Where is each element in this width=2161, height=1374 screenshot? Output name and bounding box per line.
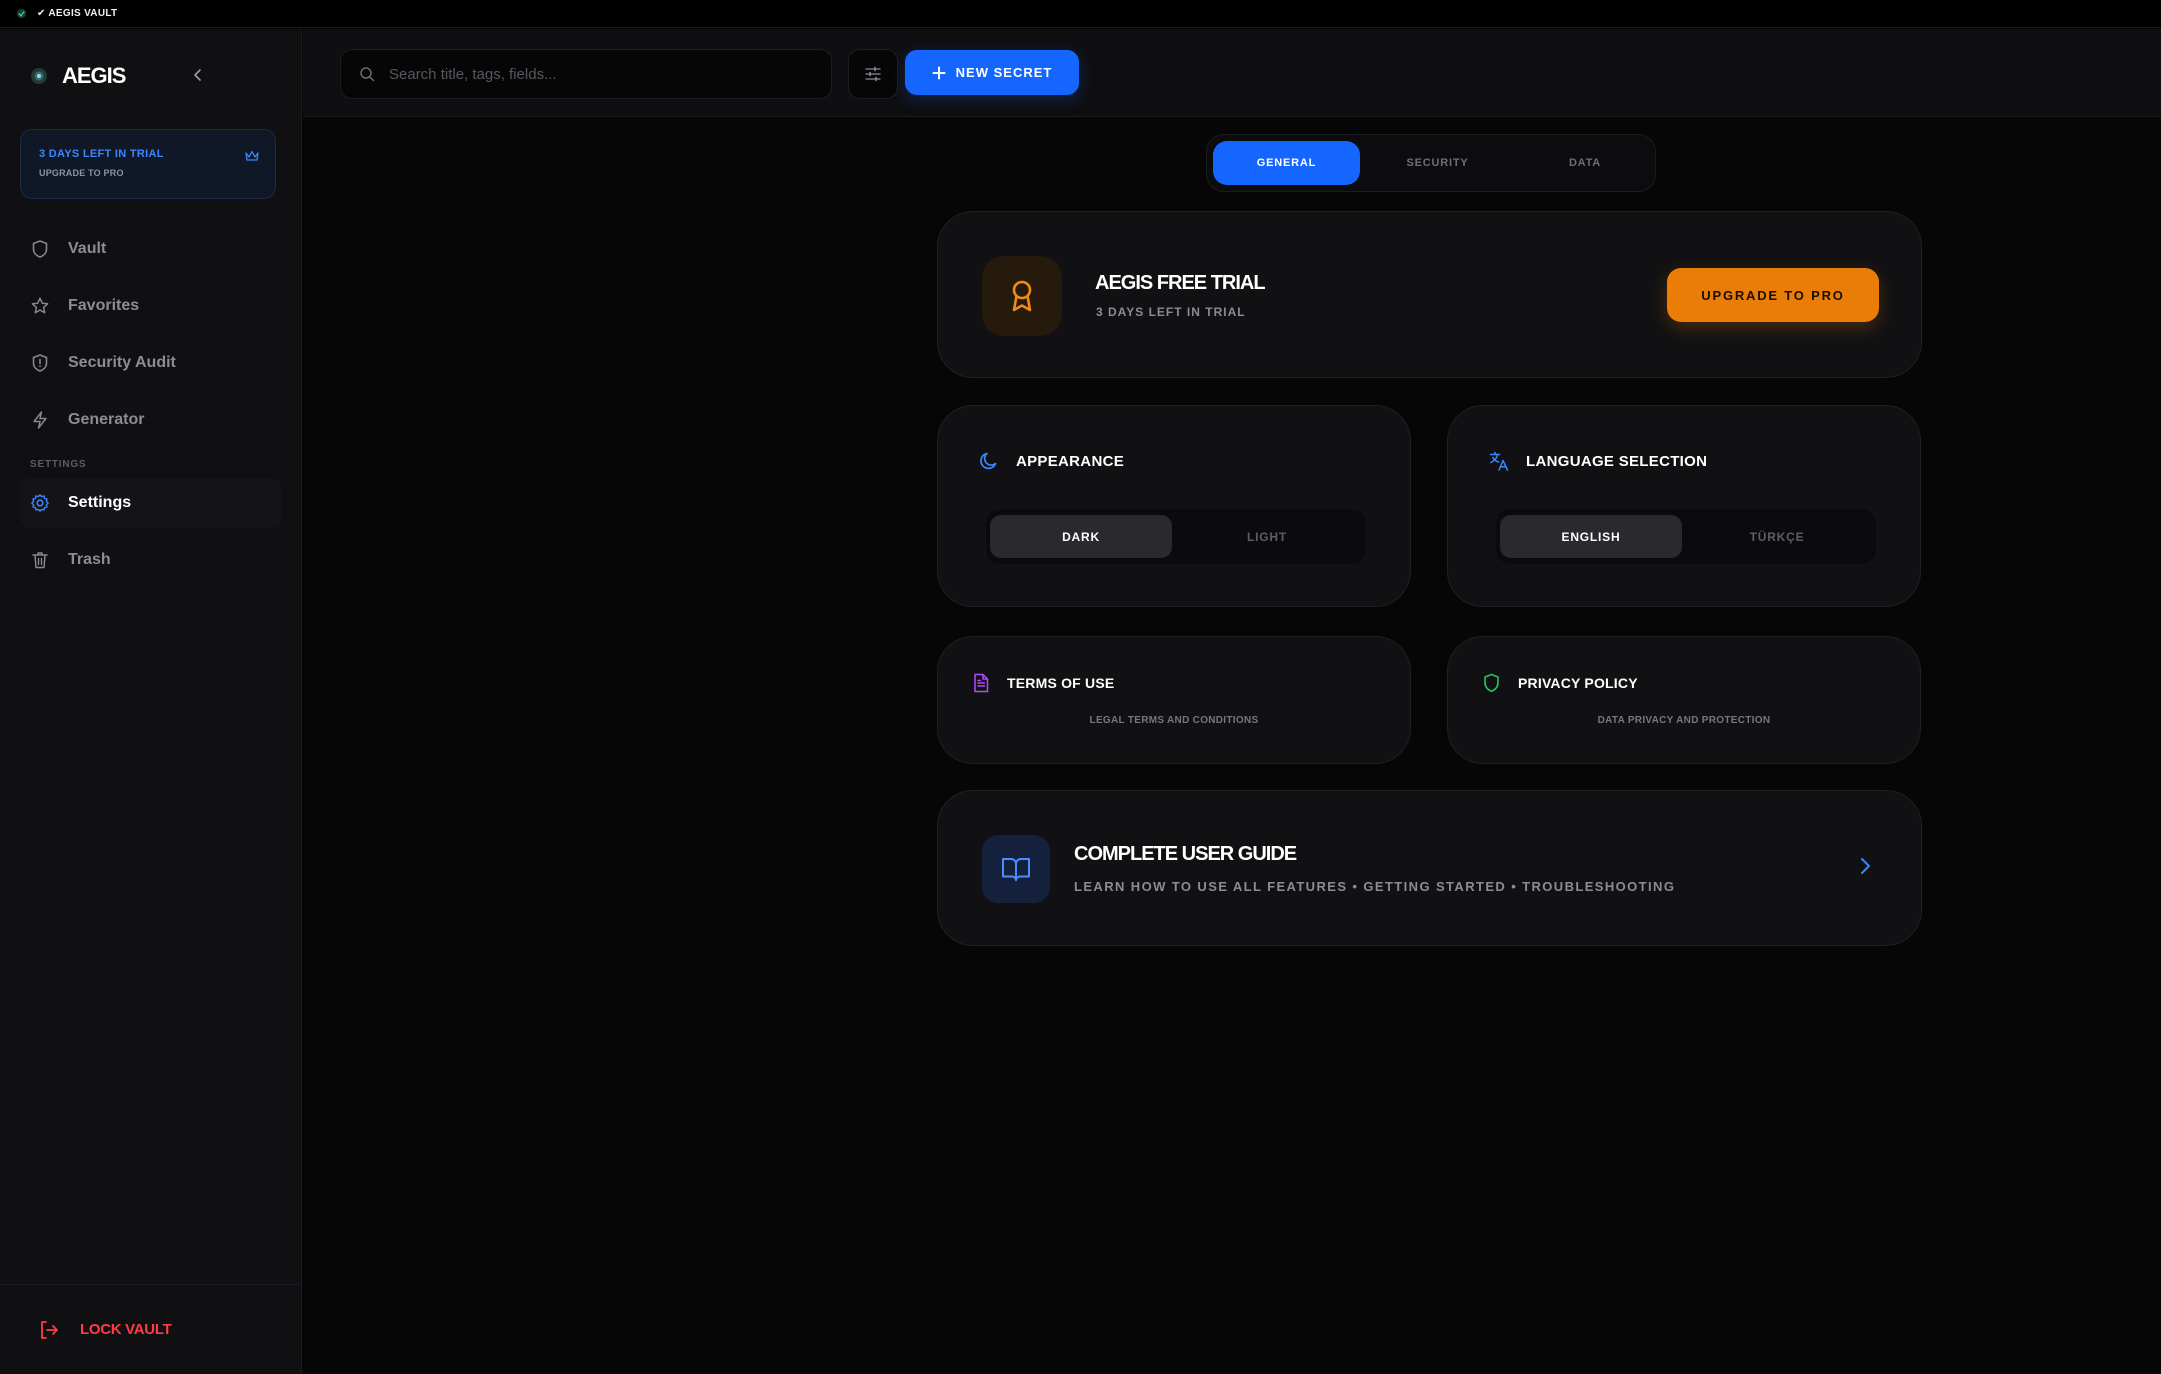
logout-icon	[41, 1320, 58, 1339]
sidebar-item-vault[interactable]: Vault	[20, 224, 282, 274]
sidebar-item-label: Security Audit	[68, 354, 176, 371]
tab-security[interactable]: SECURITY	[1364, 141, 1511, 185]
sidebar: AEGIS 3 DAYS LEFT IN TRIAL UPGRADE TO PR…	[0, 29, 302, 1374]
language-title: LANGUAGE SELECTION	[1526, 452, 1708, 470]
top-bar: NEW SECRET	[303, 29, 2161, 117]
language-card: LANGUAGE SELECTION ENGLISH TÜRKÇE	[1447, 405, 1921, 607]
sidebar-nav: Vault Favorites Security Audit Generator…	[20, 224, 282, 592]
upgrade-to-pro-button[interactable]: UPGRADE TO PRO	[1667, 268, 1879, 322]
plan-title: AEGIS FREE TRIAL	[1095, 272, 1266, 294]
search-icon	[360, 67, 375, 82]
lock-vault-button[interactable]: LOCK VAULT	[0, 1284, 302, 1374]
appearance-title: APPEARANCE	[1016, 452, 1125, 470]
star-icon	[31, 297, 49, 314]
terms-of-use-card[interactable]: TERMS OF USE LEGAL TERMS AND CONDITIONS	[937, 636, 1411, 764]
sidebar-section-label: SETTINGS	[30, 459, 87, 470]
crown-icon	[245, 150, 259, 161]
bolt-icon	[33, 411, 47, 429]
plus-icon	[932, 66, 946, 79]
award-icon	[1012, 280, 1032, 312]
sidebar-item-label: Generator	[68, 411, 145, 428]
tab-data[interactable]: DATA	[1515, 141, 1655, 185]
translate-icon	[1489, 451, 1509, 471]
language-option-turkce[interactable]: TÜRKÇE	[1682, 515, 1872, 558]
search-input[interactable]	[389, 65, 809, 83]
guide-subtitle: LEARN HOW TO USE ALL FEATURES • GETTING …	[1074, 879, 1676, 894]
appearance-header: APPEARANCE	[978, 450, 1124, 472]
settings-tabs: GENERAL SECURITY DATA	[1206, 134, 1656, 192]
award-badge	[982, 256, 1062, 336]
shield-icon	[1484, 673, 1499, 693]
privacy-subtitle: DATA PRIVACY AND PROTECTION	[1597, 715, 1771, 726]
language-header: LANGUAGE SELECTION	[1488, 450, 1707, 472]
shield-alert-icon	[32, 354, 48, 372]
sliders-icon	[865, 66, 881, 82]
sidebar-item-security-audit[interactable]: Security Audit	[20, 338, 282, 388]
user-guide-card[interactable]: COMPLETE USER GUIDE LEARN HOW TO USE ALL…	[937, 790, 1922, 946]
chevron-right-icon[interactable]	[1854, 855, 1876, 877]
tab-general[interactable]: GENERAL	[1213, 141, 1360, 185]
sidebar-item-label: Favorites	[68, 297, 140, 314]
search-box[interactable]	[340, 49, 832, 99]
sidebar-item-label: Vault	[68, 240, 107, 257]
trial-banner-title: 3 DAYS LEFT IN TRIAL	[39, 148, 164, 160]
language-option-english[interactable]: ENGLISH	[1500, 515, 1682, 558]
filter-button[interactable]	[848, 49, 898, 99]
plan-subtitle: 3 DAYS LEFT IN TRIAL	[1096, 305, 1246, 319]
sidebar-item-generator[interactable]: Generator	[20, 395, 282, 445]
appearance-card: APPEARANCE DARK LIGHT	[937, 405, 1411, 607]
theme-option-dark[interactable]: DARK	[990, 515, 1172, 558]
sidebar-item-label: Settings	[68, 494, 132, 511]
gear-icon	[31, 494, 49, 512]
window-titlebar: ✔ AEGIS VAULT	[0, 0, 2161, 28]
lock-vault-label: LOCK VAULT	[80, 1321, 172, 1338]
sidebar-item-settings[interactable]: Settings	[20, 478, 282, 528]
brand: AEGIS	[30, 63, 126, 89]
chevron-left-icon	[194, 69, 201, 81]
sidebar-item-trash[interactable]: Trash	[20, 535, 282, 585]
trash-icon	[32, 552, 48, 569]
terms-header: TERMS OF USE	[972, 673, 1114, 693]
trial-banner[interactable]: 3 DAYS LEFT IN TRIAL UPGRADE TO PRO	[20, 129, 276, 199]
book-open-icon	[1002, 858, 1030, 881]
terms-title: TERMS OF USE	[1007, 675, 1115, 691]
theme-toggle: DARK LIGHT	[986, 509, 1366, 564]
document-icon	[974, 673, 989, 693]
shield-icon	[32, 240, 48, 258]
language-toggle: ENGLISH TÜRKÇE	[1496, 509, 1876, 564]
aegis-logo-icon	[31, 68, 47, 84]
brand-name: AEGIS	[62, 63, 126, 88]
app-logo-icon	[16, 8, 27, 19]
new-secret-label: NEW SECRET	[955, 65, 1053, 80]
guide-title: COMPLETE USER GUIDE	[1074, 843, 1297, 865]
privacy-header: PRIVACY POLICY	[1482, 673, 1638, 693]
book-badge	[982, 835, 1050, 903]
trial-banner-subtitle: UPGRADE TO PRO	[39, 168, 124, 178]
window-title: ✔ AEGIS VAULT	[37, 8, 118, 19]
moon-icon	[980, 452, 997, 470]
new-secret-button[interactable]: NEW SECRET	[905, 50, 1079, 95]
collapse-sidebar-button[interactable]	[186, 63, 210, 87]
terms-subtitle: LEGAL TERMS AND CONDITIONS	[1089, 715, 1259, 726]
sidebar-item-favorites[interactable]: Favorites	[20, 281, 282, 331]
privacy-policy-card[interactable]: PRIVACY POLICY DATA PRIVACY AND PROTECTI…	[1447, 636, 1921, 764]
plan-card: AEGIS FREE TRIAL 3 DAYS LEFT IN TRIAL UP…	[937, 211, 1922, 378]
sidebar-item-label: Trash	[68, 551, 111, 568]
privacy-title: PRIVACY POLICY	[1518, 675, 1638, 691]
theme-option-light[interactable]: LIGHT	[1172, 515, 1362, 558]
